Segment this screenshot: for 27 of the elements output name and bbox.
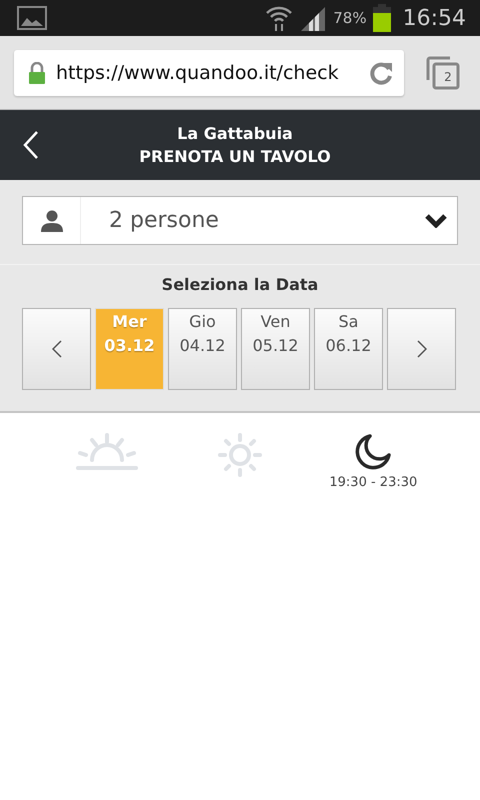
sunrise-icon: [76, 433, 138, 471]
party-size-dropdown[interactable]: 2 persone: [22, 196, 458, 245]
chevron-right-icon: [416, 340, 426, 358]
previous-button[interactable]: [22, 308, 91, 390]
person-icon: [40, 210, 62, 232]
battery-icon: [372, 4, 391, 32]
wifi-icon: [265, 4, 294, 32]
sun-icon: [218, 433, 262, 477]
date-option[interactable]: Gio 04.12: [168, 308, 237, 390]
gallery-icon: [17, 6, 47, 30]
reload-icon[interactable]: [368, 60, 394, 86]
date-label: Seleziona la Data: [160, 275, 320, 294]
back-icon[interactable]: [22, 130, 40, 160]
moon-icon: [354, 433, 392, 471]
restaurant-name: La Gattabuia: [177, 124, 293, 143]
time-range: 19:30 - 23:30: [329, 475, 418, 490]
page-title: PRENOTA UN TAVOLO: [139, 147, 331, 166]
chevron-left-icon: [52, 340, 62, 358]
url-field[interactable]: https://www.quandoo.it/check: [14, 50, 404, 96]
next-button[interactable]: [387, 308, 456, 390]
clock: 16:54: [402, 6, 466, 30]
lock-icon: [28, 62, 46, 84]
signal-icon: [299, 5, 328, 31]
chevron-down-icon: [425, 214, 447, 228]
date-option[interactable]: Sa 06.12: [314, 308, 383, 390]
battery-percent: 78%: [333, 9, 367, 27]
date-option[interactable]: Ven 05.12: [241, 308, 310, 390]
